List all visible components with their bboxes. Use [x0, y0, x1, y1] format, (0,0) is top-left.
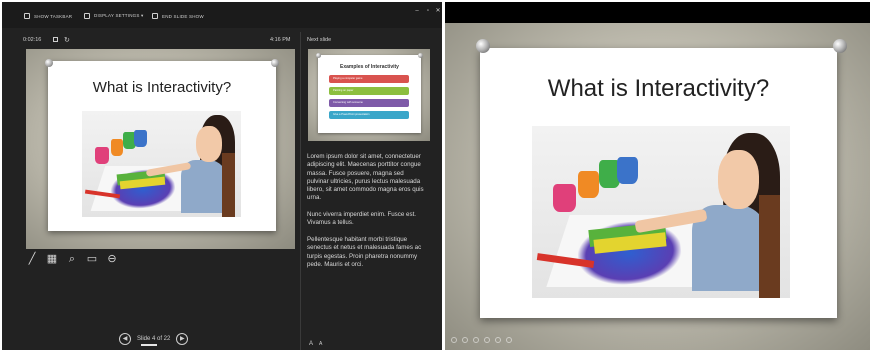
timer-row: 0:02:16 ↻ 4:16 PM	[23, 37, 293, 47]
pushpin-icon	[45, 59, 53, 67]
speaker-notes[interactable]: Lorem ipsum dolor sit amet, connectetuer…	[307, 153, 427, 277]
next-slide-item: Conversing with someone	[329, 99, 409, 107]
zoom-icon[interactable]	[495, 337, 501, 343]
taskbar-icon	[24, 13, 30, 19]
end-slide-show-button[interactable]: END SLIDE SHOW	[152, 11, 204, 21]
display-settings-label: DISPLAY SETTINGS ▾	[94, 13, 144, 18]
show-taskbar-label: SHOW TASKBAR	[34, 13, 73, 19]
see-all-slides-icon[interactable]: ▦	[46, 253, 58, 265]
next-slide-item: Give a PowerPoint presentation	[329, 111, 409, 119]
maximize-icon[interactable]: ▫	[424, 7, 432, 15]
end-show-icon	[152, 13, 158, 19]
annotation-toolbar: ╱ ▦ ⌕ ▭ ⊖	[26, 252, 118, 266]
slideshow-background: What is Interactivity?	[445, 23, 870, 350]
painting-child-photo	[532, 126, 790, 298]
slideshow-slide-paper: What is Interactivity?	[480, 48, 837, 318]
pushpin-icon	[316, 53, 321, 58]
notes-paragraph: Lorem ipsum dolor sit amet, connectetuer…	[307, 153, 424, 202]
decrease-font-icon[interactable]: A	[319, 341, 322, 347]
display-settings-icon	[84, 13, 90, 19]
black-screen-icon[interactable]: ▭	[86, 253, 98, 265]
pen-icon[interactable]	[473, 337, 479, 343]
next-slide-button[interactable]: ▶	[176, 333, 189, 345]
next-slide-item: Painting on paper	[329, 87, 409, 95]
restart-timer-icon[interactable]: ↻	[64, 36, 70, 44]
pushpin-icon	[418, 53, 423, 58]
pen-icon[interactable]: ╱	[26, 253, 38, 265]
next-slide-preview[interactable]: Examples of Interactivity Playing a comp…	[308, 49, 430, 141]
current-slide-paper: What is Interactivity?	[45, 59, 279, 231]
display-settings-button[interactable]: DISPLAY SETTINGS ▾	[84, 11, 143, 21]
panel-divider[interactable]	[300, 32, 301, 350]
show-taskbar-button[interactable]: SHOW TASKBAR	[24, 11, 72, 21]
slide-counter-underline	[141, 344, 157, 346]
pushpin-icon	[476, 39, 490, 53]
see-all-slides-icon[interactable]	[484, 337, 490, 343]
slideshow-view[interactable]: What is Interactivity?	[445, 2, 870, 350]
current-slide-preview[interactable]: What is Interactivity?	[26, 49, 295, 249]
previous-icon[interactable]	[451, 337, 457, 343]
slideshow-slide-title: What is Interactivity?	[547, 75, 770, 102]
next-slide-label: Next slide	[307, 37, 332, 43]
clock-time: 4:16 PM	[270, 37, 291, 43]
more-options-icon[interactable]: ⊖	[106, 253, 118, 265]
current-slide-title: What is Interactivity?	[92, 79, 232, 96]
previous-slide-button[interactable]: ◀	[119, 333, 131, 345]
minimize-icon[interactable]: –	[413, 7, 421, 15]
elapsed-timer: 0:02:16	[23, 37, 42, 43]
slide-counter[interactable]: Slide 4 of 22	[137, 336, 170, 342]
next-slide-paper: Examples of Interactivity Playing a comp…	[316, 53, 423, 133]
next-icon[interactable]	[462, 337, 468, 343]
zoom-icon[interactable]: ⌕	[66, 253, 78, 265]
notes-font-controls: A A	[309, 341, 322, 347]
slideshow-controls	[451, 337, 512, 343]
pushpin-icon	[271, 59, 279, 67]
painting-child-photo	[82, 111, 241, 217]
close-icon[interactable]: ✕	[434, 7, 442, 15]
notes-paragraph: Pellentesque habitant morbi tristique se…	[307, 235, 422, 268]
notes-paragraph: Nunc viverra imperdiet enim. Fusce est. …	[307, 211, 417, 227]
increase-font-icon[interactable]: A	[309, 341, 313, 347]
presenter-view: SHOW TASKBAR DISPLAY SETTINGS ▾ END SLID…	[2, 2, 442, 350]
pushpin-icon	[833, 39, 847, 53]
next-slide-item: Playing a computer game	[329, 75, 409, 83]
next-slide-title: Examples of Interactivity	[340, 64, 399, 70]
presenter-toolbar: SHOW TASKBAR DISPLAY SETTINGS ▾ END SLID…	[2, 2, 442, 28]
more-options-icon[interactable]	[506, 337, 512, 343]
end-slide-show-label: END SLIDE SHOW	[162, 13, 204, 19]
